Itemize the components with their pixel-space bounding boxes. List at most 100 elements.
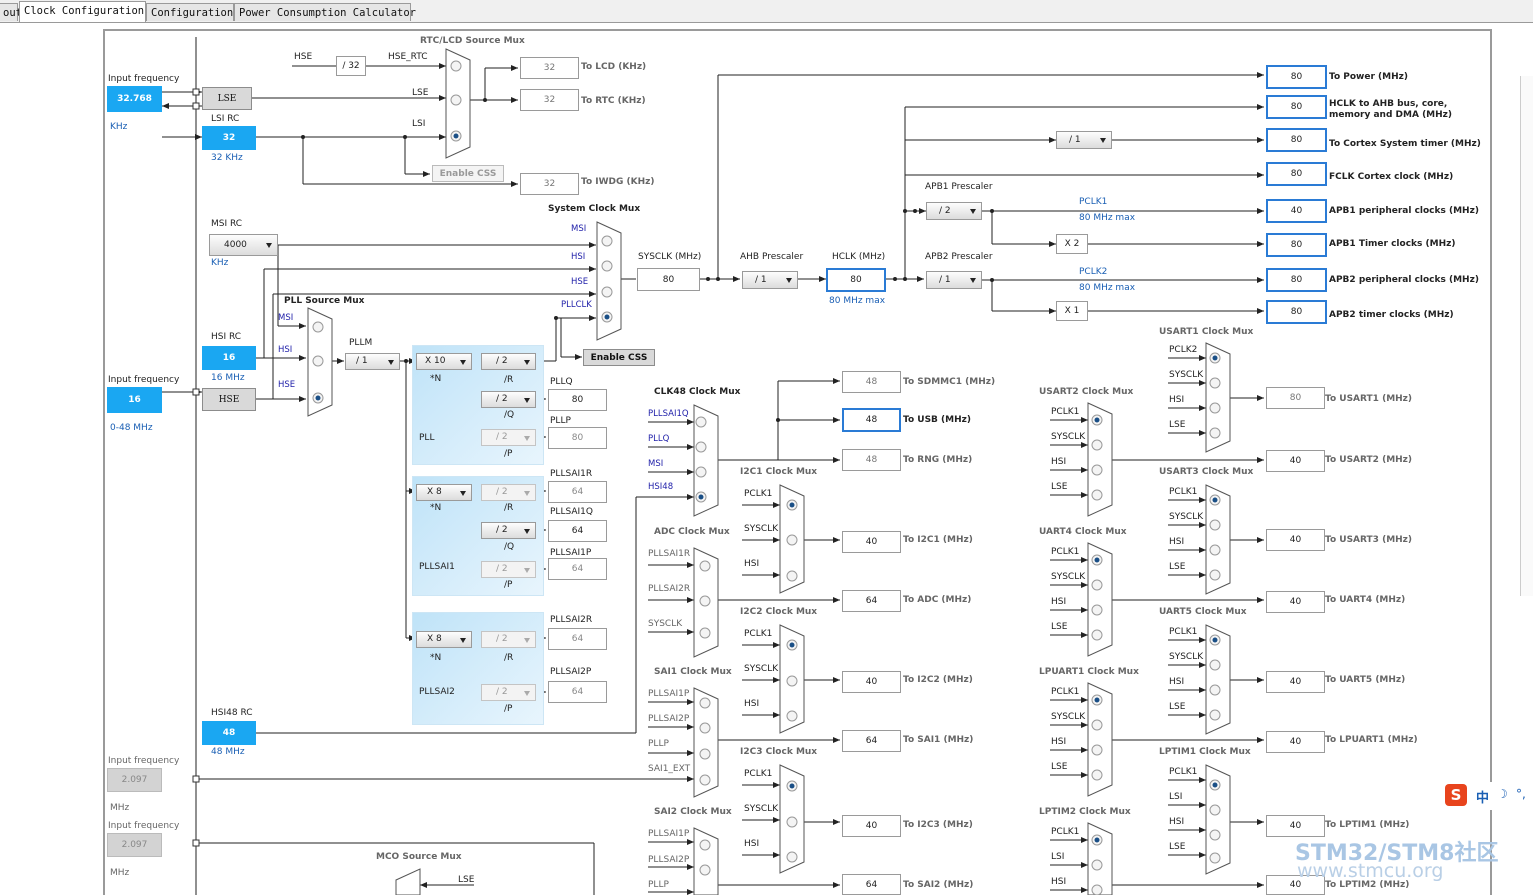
sai1-in2-label: PLLSAI2P <box>648 714 690 724</box>
lptim1-output-box: 40 <box>1266 815 1325 837</box>
pll-n-select[interactable]: X 10 <box>416 353 472 370</box>
i2c1-output-label: To I2C1 (MHz) <box>903 535 973 545</box>
rng-output-label: To RNG (MHz) <box>903 455 973 465</box>
usart2-output-box: 40 <box>1266 450 1325 472</box>
pllm-select[interactable]: / 1 <box>345 353 400 370</box>
hsi48-rc-label: HSI48 RC <box>211 708 253 718</box>
iwdg-output-box: 32 <box>520 173 579 195</box>
lsi-unit: 32 KHz <box>211 153 243 163</box>
sai2-ext-unit: MHz <box>110 868 130 878</box>
pllsai2-p-select[interactable]: / 2 <box>481 684 536 701</box>
rtc-lse-label: LSE <box>412 88 429 98</box>
sai1-ext-frequency-input[interactable]: 2.097 <box>107 768 162 792</box>
pllsai1r-value: 64 <box>548 481 607 503</box>
uart5-in3-label: HSI <box>1169 677 1185 687</box>
pll-r-label: /R <box>504 375 514 385</box>
usart2-output-label: To USART2 (MHz) <box>1325 455 1413 465</box>
clk48-hsi48-label: HSI48 <box>648 482 674 492</box>
pll-q-select[interactable]: / 2 <box>481 391 536 408</box>
fclk-output-label: FCLK Cortex clock (MHz) <box>1329 172 1454 182</box>
sai2-output-box: 64 <box>842 874 901 895</box>
lptim2-in2-label: LSI <box>1051 852 1065 862</box>
pllsai1-name: PLLSAI1 <box>419 562 455 572</box>
ime-language[interactable]: 中 <box>1476 787 1489 806</box>
sai1-ext-frequency-label: Input frequency <box>108 756 180 766</box>
apb1-timer-output-label: APB1 Timer clocks (MHz) <box>1329 239 1456 249</box>
pllq-label: PLLQ <box>550 377 573 387</box>
usart1-in2-label: SYSCLK <box>1169 370 1204 380</box>
pllsai2-r-label: /R <box>504 653 514 663</box>
apb2-peripheral-output-label: APB2 peripheral clocks (MHz) <box>1329 275 1479 285</box>
pllsai1q-label: PLLSAI1Q <box>550 507 593 517</box>
lptim2-in3-label: HSI <box>1051 877 1067 887</box>
apb1-peripheral-output-label: APB1 peripheral clocks (MHz) <box>1329 206 1479 216</box>
hclk-ahb-output-box: 80 <box>1266 95 1327 119</box>
usart1-mux-title: USART1 Clock Mux <box>1159 327 1254 337</box>
uart4-output-label: To UART4 (MHz) <box>1325 595 1406 605</box>
ime-logo-icon[interactable]: S <box>1445 784 1467 806</box>
pll-r-select[interactable]: / 2 <box>481 353 536 370</box>
sai2-ext-frequency-label: Input frequency <box>108 821 180 831</box>
hsi48-rc-value: 48 <box>202 721 256 745</box>
usart3-in1-label: PCLK1 <box>1169 487 1198 497</box>
pll-source-mux-title: PLL Source Mux <box>284 296 365 306</box>
hse-frequency-input[interactable]: 16 <box>107 387 162 413</box>
ime-moon-icon[interactable]: ☽ <box>1497 787 1508 801</box>
i2c2-in1-label: PCLK1 <box>744 629 773 639</box>
clk48-mux-title: CLK48 Clock Mux <box>654 387 741 397</box>
sai2-ext-frequency-input[interactable]: 2.097 <box>107 833 162 857</box>
adc-in2-label: PLLSAI2R <box>648 584 691 594</box>
sai1-output-label: To SAI1 (MHz) <box>903 735 974 745</box>
sai2-output-label: To SAI2 (MHz) <box>903 880 974 890</box>
sysmux-msi-label: MSI <box>571 224 587 234</box>
hclk-ahb-output-label-2: memory and DMA (MHz) <box>1329 110 1453 120</box>
usart3-in4-label: LSE <box>1169 562 1186 572</box>
cortex-timer-prescaler-select[interactable]: / 1 <box>1056 131 1112 149</box>
pllp-value: 80 <box>548 427 607 449</box>
usart1-in1-label: PCLK2 <box>1169 345 1198 355</box>
pllsrc-msi-label: MSI <box>278 313 294 323</box>
lptim1-in1-label: PCLK1 <box>1169 767 1198 777</box>
pll-p-select[interactable]: / 2 <box>481 429 536 446</box>
usart2-in3-label: HSI <box>1051 457 1067 467</box>
hsi-rc-label: HSI RC <box>211 332 242 342</box>
uart4-in4-label: LSE <box>1051 622 1068 632</box>
pllsai1-q-label: /Q <box>504 542 515 552</box>
pllsai2r-value: 64 <box>548 628 607 650</box>
msi-rc-select[interactable]: 4000 <box>209 234 278 256</box>
pllsai1-q-select[interactable]: / 2 <box>481 522 536 539</box>
usart3-in2-label: SYSCLK <box>1169 512 1204 522</box>
hclk-max: 80 MHz max <box>829 296 886 306</box>
apb2-prescaler-select[interactable]: / 1 <box>926 271 982 289</box>
pclk1-max: 80 MHz max <box>1079 213 1136 223</box>
usart2-in2-label: SYSCLK <box>1051 432 1086 442</box>
pllsai2-r-select[interactable]: / 2 <box>481 631 536 648</box>
hse-oscillator[interactable]: HSE <box>202 388 256 411</box>
pllsai1-n-select[interactable]: X 8 <box>416 484 472 501</box>
pllsai2-p-label: /P <box>504 704 513 714</box>
pllsai2-n-select[interactable]: X 8 <box>416 631 472 648</box>
pllsai1-p-select[interactable]: / 2 <box>481 561 536 578</box>
rtc-output-label: To RTC (KHz) <box>581 96 646 106</box>
uart4-in3-label: HSI <box>1051 597 1067 607</box>
lse-oscillator[interactable]: LSE <box>202 87 252 110</box>
lpuart1-output-box: 40 <box>1266 731 1325 753</box>
pclk2-max: 80 MHz max <box>1079 283 1136 293</box>
ime-punct-icon[interactable]: °, <box>1516 787 1526 801</box>
i2c1-in1-label: PCLK1 <box>744 489 773 499</box>
pllsai1-r-select[interactable]: / 2 <box>481 484 536 501</box>
sai1-in1-label: PLLSAI1P <box>648 689 690 699</box>
lptim1-in3-label: HSI <box>1169 817 1185 827</box>
hclk-input[interactable]: 80 <box>826 268 886 292</box>
lpuart1-in1-label: PCLK1 <box>1051 687 1080 697</box>
lse-frequency-input[interactable]: 32.768 <box>107 86 162 112</box>
apb1-prescaler-select[interactable]: / 2 <box>926 202 982 220</box>
sai1-in3-label: PLLP <box>648 739 669 749</box>
sys-enable-css-button[interactable]: Enable CSS <box>583 349 655 366</box>
i2c3-mux-title: I2C3 Clock Mux <box>740 747 818 757</box>
mco-lse-label: LSE <box>458 875 475 885</box>
rtc-enable-css-button[interactable]: Enable CSS <box>432 165 504 182</box>
ahb-prescaler-select[interactable]: / 1 <box>742 271 798 289</box>
pll-name: PLL <box>419 433 435 443</box>
i2c1-output-box: 40 <box>842 531 901 553</box>
